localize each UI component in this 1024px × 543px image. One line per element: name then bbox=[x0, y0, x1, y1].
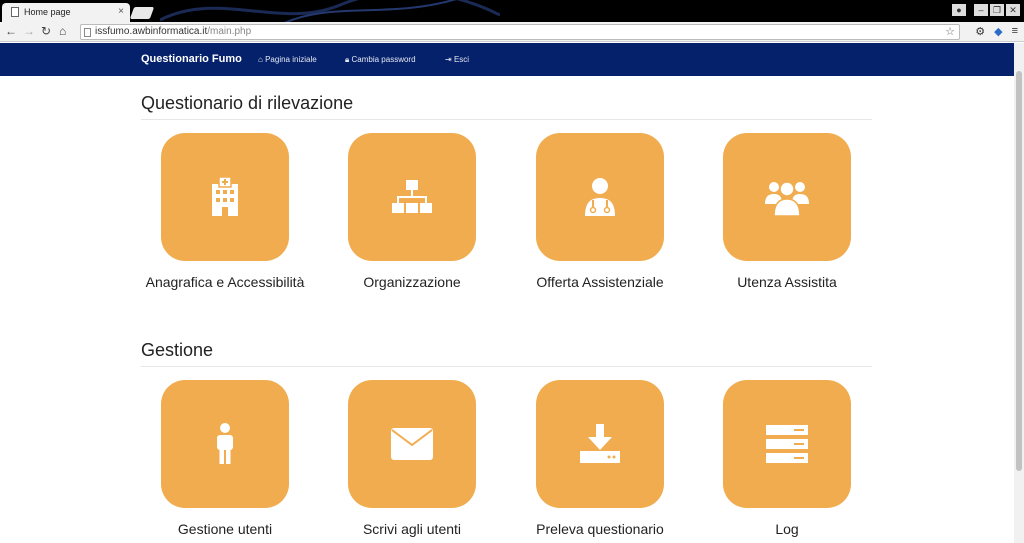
toolbar-extensions: ⚙ ◆ ≡ bbox=[975, 25, 1018, 38]
nav-link-logout[interactable]: ⇥ Esci bbox=[445, 55, 469, 64]
nav-link-change-password[interactable]: 🔒︎ Cambia password bbox=[345, 55, 416, 65]
nav-link-label: Cambia password bbox=[351, 55, 416, 64]
nav-link-label: Pagina iniziale bbox=[265, 55, 317, 64]
tab-close-icon[interactable]: × bbox=[118, 6, 124, 17]
tile-organizzazione[interactable] bbox=[348, 133, 476, 261]
users-icon bbox=[765, 181, 809, 217]
tile-label[interactable]: Log bbox=[687, 521, 887, 538]
restore-icon[interactable]: ❐ bbox=[990, 4, 1004, 16]
scrollbar-thumb[interactable] bbox=[1016, 71, 1022, 471]
window-controls: ● – ❐ ✕ bbox=[952, 4, 1020, 17]
browser-tab[interactable]: Home page × bbox=[2, 3, 130, 22]
page-scrollbar[interactable] bbox=[1014, 43, 1024, 543]
download-icon bbox=[580, 424, 620, 463]
decorative-swirl bbox=[160, 0, 500, 22]
nav-link-home[interactable]: ⌂ Pagina iniziale bbox=[258, 55, 317, 64]
tab-title: Home page bbox=[24, 7, 71, 17]
minimize-icon[interactable]: – bbox=[974, 4, 988, 16]
section-title-questionnaire: Questionario di rilevazione bbox=[141, 93, 354, 113]
browser-toolbar: ← → ↻ ⌂ issfumo.awbinformatica.it/main.p… bbox=[0, 22, 1024, 42]
home-icon: ⌂ bbox=[258, 55, 263, 64]
new-tab-button[interactable] bbox=[129, 7, 155, 19]
tile-label[interactable]: Scrivi agli utenti bbox=[312, 521, 512, 538]
url-host: issfumo.awbinformatica.it bbox=[95, 26, 208, 37]
reload-icon[interactable]: ↻ bbox=[41, 24, 51, 38]
nav-link-label: Esci bbox=[453, 55, 470, 64]
hospital-icon bbox=[212, 176, 238, 216]
doctor-icon bbox=[585, 178, 615, 216]
lock-icon: 🔒︎ bbox=[345, 55, 350, 64]
forward-icon[interactable]: → bbox=[23, 24, 35, 38]
browser-tab-strip: Home page × ● – ❐ ✕ bbox=[0, 0, 1024, 22]
tile-label[interactable]: Organizzazione bbox=[312, 274, 512, 291]
section-divider bbox=[141, 119, 872, 120]
page-icon bbox=[84, 28, 91, 37]
section-divider bbox=[141, 366, 872, 367]
tile-scrivi-utenti[interactable] bbox=[348, 380, 476, 508]
extension-icon[interactable]: ◆ bbox=[994, 25, 1002, 38]
tile-log[interactable] bbox=[723, 380, 851, 508]
section-title-gestione: Gestione bbox=[141, 340, 214, 360]
org-chart-icon bbox=[392, 180, 432, 213]
tile-preleva-questionario[interactable] bbox=[536, 380, 664, 508]
tile-label[interactable]: Utenza Assistita bbox=[687, 274, 887, 291]
tile-offerta-assistenziale[interactable] bbox=[536, 133, 664, 261]
menu-icon[interactable]: ≡ bbox=[1012, 25, 1018, 38]
sign-out-icon: ⇥ bbox=[445, 55, 452, 64]
settings-gear-icon[interactable]: ⚙ bbox=[975, 25, 985, 38]
person-icon bbox=[217, 423, 233, 464]
address-bar[interactable]: issfumo.awbinformatica.it/main.php ☆ bbox=[80, 24, 960, 40]
tile-label[interactable]: Anagrafica e Accessibilità bbox=[125, 274, 325, 291]
server-icon bbox=[766, 425, 808, 463]
tile-label[interactable]: Preleva questionario bbox=[500, 521, 700, 538]
profile-icon[interactable]: ● bbox=[952, 4, 966, 16]
tile-anagrafica[interactable] bbox=[161, 133, 289, 261]
home-icon[interactable]: ⌂ bbox=[59, 24, 66, 38]
page-icon bbox=[11, 7, 19, 17]
url-path: /main.php bbox=[207, 26, 252, 37]
back-icon[interactable]: ← bbox=[5, 24, 17, 38]
tile-utenza-assistita[interactable] bbox=[723, 133, 851, 261]
envelope-icon bbox=[391, 428, 433, 460]
bookmark-star-icon[interactable]: ☆ bbox=[945, 25, 955, 38]
navbar-brand[interactable]: Questionario Fumo bbox=[141, 53, 242, 65]
tile-gestione-utenti[interactable] bbox=[161, 380, 289, 508]
tile-label[interactable]: Offerta Assistenziale bbox=[500, 274, 700, 291]
tile-label[interactable]: Gestione utenti bbox=[125, 521, 325, 538]
close-window-icon[interactable]: ✕ bbox=[1006, 4, 1020, 16]
app-navbar: Questionario Fumo ⌂ Pagina iniziale 🔒︎ C… bbox=[0, 43, 1014, 76]
